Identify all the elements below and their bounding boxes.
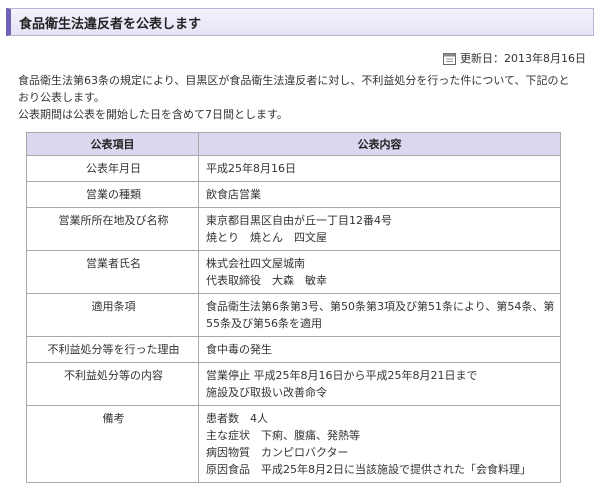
table-row: 適用条項 食品衛生法第6条第3号、第50条第3項及び第51条により、第54条、第… bbox=[26, 293, 561, 337]
intro-line: 公表期間は公表を開始した日を含めて7日間とします。 bbox=[18, 108, 288, 121]
value-line: 主な症状 下痢、腹痛、発熱等 bbox=[206, 429, 360, 442]
row-value: 食品衛生法第6条第3号、第50条第3項及び第51条により、第54条、第 55条及… bbox=[198, 293, 561, 337]
value-line: 施設及び取扱い改善命令 bbox=[206, 386, 327, 399]
value-line: 東京都目黒区自由が丘一丁目12番4号 bbox=[206, 214, 392, 227]
table-row: 営業者氏名 株式会社四文屋城南 代表取締役 大森 敏幸 bbox=[26, 250, 561, 294]
table-row: 公表年月日 平成25年8月16日 bbox=[26, 155, 561, 182]
intro-line: 食品衛生法第63条の規定により、目黒区が食品衛生法違反者に対し、不利益処分を行っ… bbox=[18, 74, 570, 87]
column-header-item: 公表項目 bbox=[26, 132, 199, 156]
value-line: 焼とり 焼とん 四文屋 bbox=[206, 231, 327, 244]
updated-date: 更新日：2013年8月16日 bbox=[6, 50, 594, 66]
table-row: 営業所所在地及び名称 東京都目黒区自由が丘一丁目12番4号 焼とり 焼とん 四文… bbox=[26, 207, 561, 251]
row-label: 営業者氏名 bbox=[26, 250, 199, 294]
row-label: 備考 bbox=[26, 405, 199, 483]
column-header-content: 公表内容 bbox=[198, 132, 561, 156]
row-value: 東京都目黒区自由が丘一丁目12番4号 焼とり 焼とん 四文屋 bbox=[198, 207, 561, 251]
row-label: 適用条項 bbox=[26, 293, 199, 337]
value-line: 患者数 4人 bbox=[206, 412, 268, 425]
value-line: 株式会社四文屋城南 bbox=[206, 257, 305, 270]
calendar-icon bbox=[443, 52, 456, 65]
intro-line: おり公表します。 bbox=[18, 91, 105, 104]
value-line: 55条及び第56条を適用 bbox=[206, 317, 322, 330]
row-value: 営業停止 平成25年8月16日から平成25年8月21日まで 施設及び取扱い改善命… bbox=[198, 362, 561, 406]
table-row: 不利益処分等を行った理由 食中毒の発生 bbox=[26, 336, 561, 363]
value-line: 病因物質 カンピロバクター bbox=[206, 446, 349, 459]
page-title-bar: 食品衛生法違反者を公表します bbox=[6, 8, 594, 36]
disclosure-table: 公表項目 公表内容 公表年月日 平成25年8月16日 営業の種類 飲食店営業 営… bbox=[26, 132, 561, 483]
row-label: 公表年月日 bbox=[26, 155, 199, 182]
value-line: 食中毒の発生 bbox=[206, 343, 272, 356]
row-label: 不利益処分等を行った理由 bbox=[26, 336, 199, 363]
table-row: 備考 患者数 4人 主な症状 下痢、腹痛、発熱等 病因物質 カンピロバクター 原… bbox=[26, 405, 561, 483]
updated-date-text: 更新日：2013年8月16日 bbox=[460, 52, 586, 65]
row-label: 営業の種類 bbox=[26, 181, 199, 208]
page: 食品衛生法違反者を公表します 更新日：2013年8月16日 食品衛生法第63条の… bbox=[0, 0, 600, 499]
value-line: 食品衛生法第6条第3号、第50条第3項及び第51条により、第54条、第 bbox=[206, 300, 555, 313]
value-line: 代表取締役 大森 敏幸 bbox=[206, 274, 327, 287]
intro-text: 食品衛生法第63条の規定により、目黒区が食品衛生法違反者に対し、不利益処分を行っ… bbox=[6, 72, 594, 123]
value-line: 平成25年8月16日 bbox=[206, 162, 296, 175]
table-row: 不利益処分等の内容 営業停止 平成25年8月16日から平成25年8月21日まで … bbox=[26, 362, 561, 406]
value-line: 飲食店営業 bbox=[206, 188, 261, 201]
row-label: 不利益処分等の内容 bbox=[26, 362, 199, 406]
row-value: 食中毒の発生 bbox=[198, 336, 561, 363]
row-value: 飲食店営業 bbox=[198, 181, 561, 208]
row-value: 平成25年8月16日 bbox=[198, 155, 561, 182]
value-line: 原因食品 平成25年8月2日に当該施設で提供された「会食料理」 bbox=[206, 463, 531, 476]
row-value: 株式会社四文屋城南 代表取締役 大森 敏幸 bbox=[198, 250, 561, 294]
row-value: 患者数 4人 主な症状 下痢、腹痛、発熱等 病因物質 カンピロバクター 原因食品… bbox=[198, 405, 561, 483]
table-header-row: 公表項目 公表内容 bbox=[26, 132, 561, 156]
value-line: 営業停止 平成25年8月16日から平成25年8月21日まで bbox=[206, 369, 478, 382]
page-title: 食品衛生法違反者を公表します bbox=[19, 16, 202, 32]
row-label: 営業所所在地及び名称 bbox=[26, 207, 199, 251]
table-row: 営業の種類 飲食店営業 bbox=[26, 181, 561, 208]
